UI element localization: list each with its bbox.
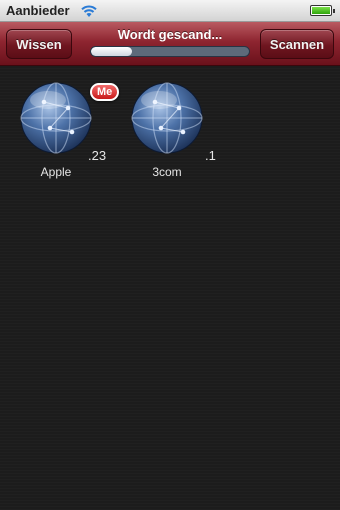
scan-progress-fill [91,47,133,56]
toolbar: Wissen Wordt gescand... Scannen [0,22,340,66]
device-item[interactable]: .1 3com [121,72,217,182]
me-badge: Me [90,83,120,101]
scan-progress-bar [90,46,250,57]
status-bar: Aanbieder [0,0,340,22]
device-name: 3com [152,165,182,179]
scan-status-title: Wordt gescand... [117,27,223,42]
device-ip-suffix: .1 [205,148,216,163]
wifi-icon [81,5,97,17]
carrier-label: Aanbieder [6,3,70,18]
device-name: Apple [40,165,72,179]
clear-button[interactable]: Wissen [6,29,72,59]
scan-button[interactable]: Scannen [260,29,334,59]
device-ip-suffix: .23 [88,148,107,163]
globe-icon [20,82,92,154]
battery-fill [312,7,330,14]
battery-icon [310,5,335,16]
device-grid: Me .23 Apple .1 3com [0,66,340,510]
device-item[interactable]: Me .23 Apple [10,72,120,182]
globe-icon [131,82,203,154]
